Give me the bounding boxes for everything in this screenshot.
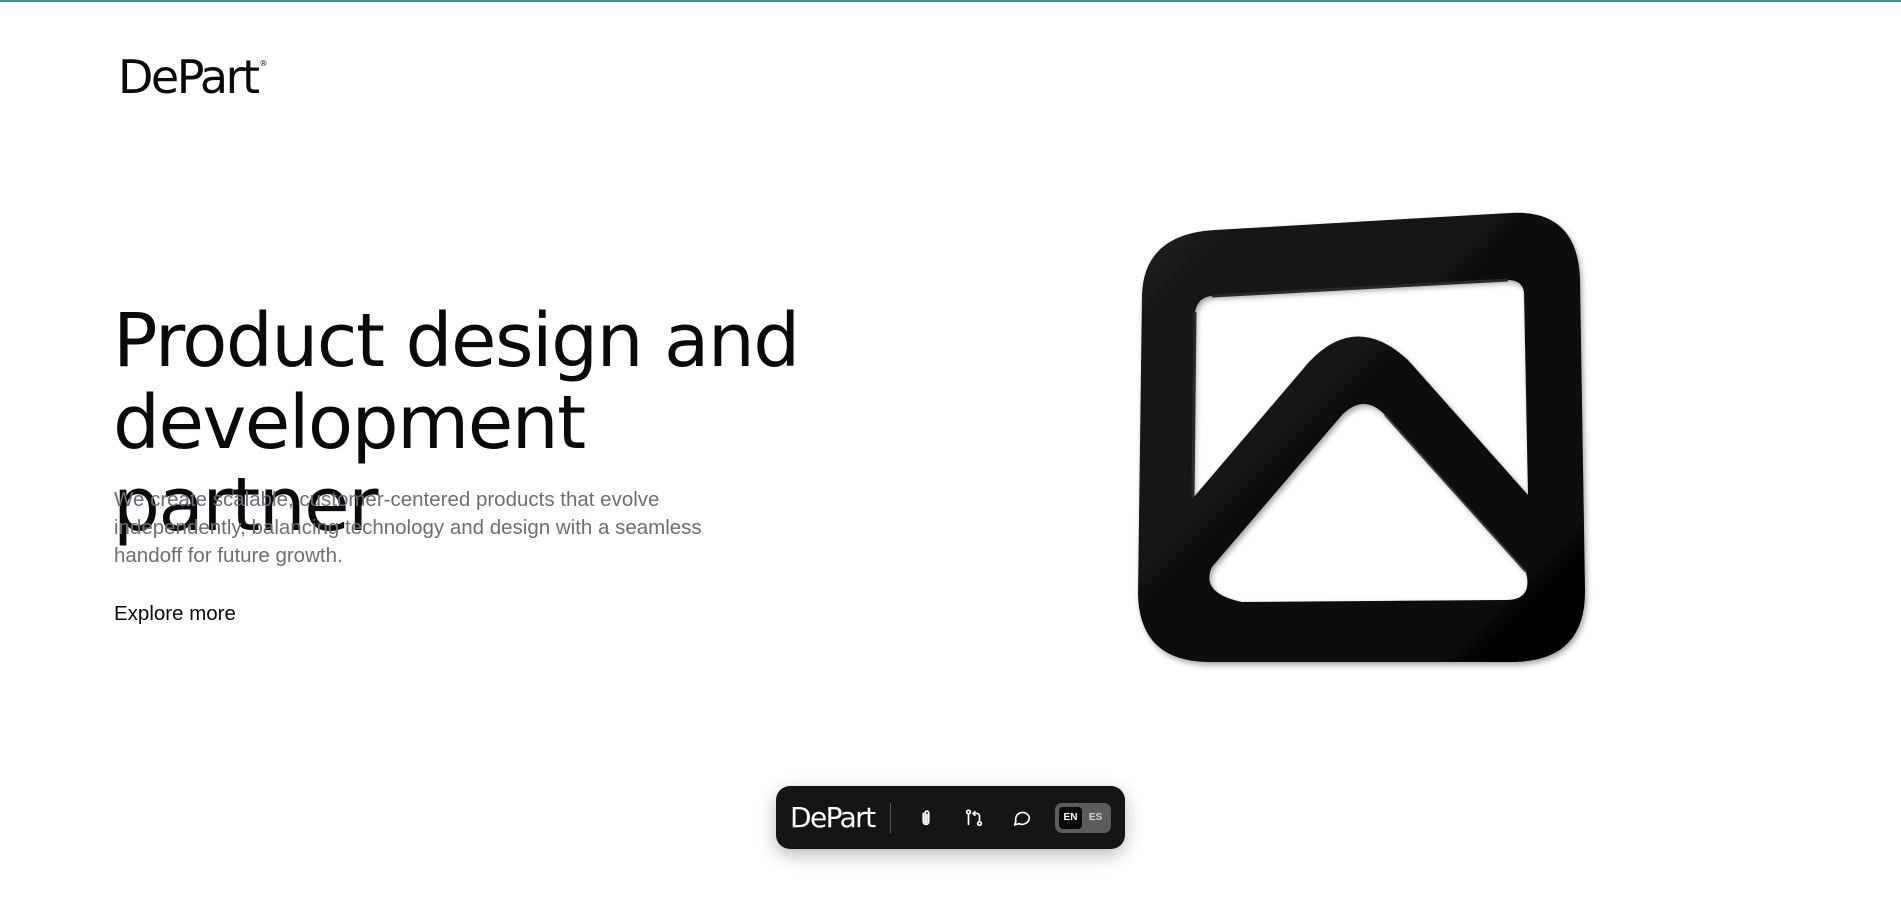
attachments-button[interactable] [909, 800, 943, 836]
brand-logo-text: DePart [118, 50, 260, 104]
trademark-mark: ® [259, 59, 268, 68]
language-option-es[interactable]: ES [1084, 807, 1107, 829]
top-accent-rule [0, 0, 1901, 2]
language-switcher: EN ES [1054, 802, 1111, 833]
hero-description: We create scalable, customer-centered pr… [114, 488, 702, 567]
floating-dock: DePart EN ES [776, 786, 1125, 849]
dock-logo[interactable]: DePart [790, 803, 876, 832]
paperclip-icon [922, 809, 930, 825]
brand-logo[interactable]: DePart ® [118, 54, 268, 100]
explore-more-link[interactable]: Explore more [114, 602, 236, 626]
image-placeholder-icon [1138, 212, 1586, 662]
chat-button[interactable] [1005, 800, 1039, 836]
dock-divider [890, 802, 892, 833]
hero-artwork [1120, 200, 1620, 680]
chat-bubble-icon [1013, 811, 1031, 826]
pull-request-button[interactable] [957, 800, 991, 836]
hero-title-line-1: Product design and [113, 298, 800, 384]
git-pull-request-icon [966, 808, 983, 826]
language-option-en[interactable]: EN [1058, 806, 1082, 829]
